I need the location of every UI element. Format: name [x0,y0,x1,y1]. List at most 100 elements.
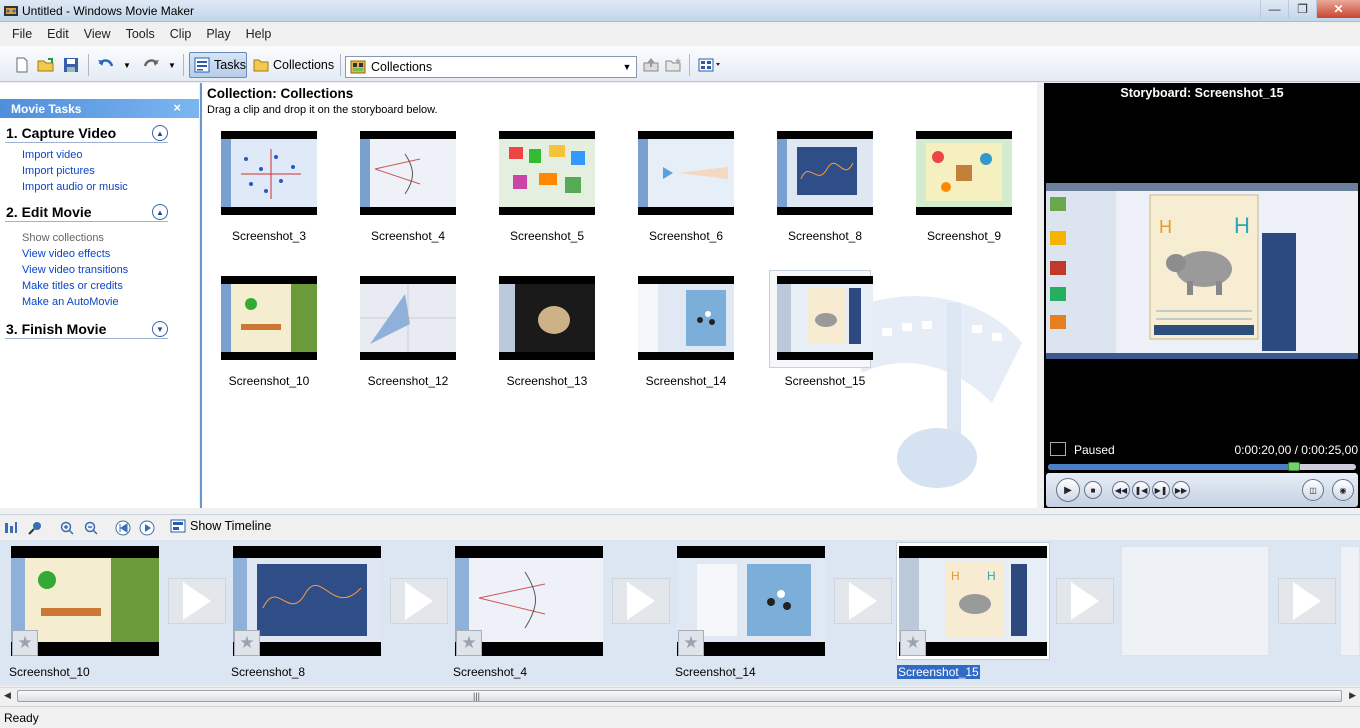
clip-name: Screenshot_9 [926,229,1002,243]
video-effects-star-icon[interactable]: ★ [234,630,260,656]
import-video-link[interactable]: Import video [5,147,168,163]
expand-chevron-icon[interactable]: ▼ [152,321,168,337]
clip-name: Screenshot_10 [9,665,90,679]
clip-name: Screenshot_10 [228,374,310,388]
show-timeline-button[interactable]: Show Timeline [170,519,271,533]
status-text: Ready [4,711,39,725]
new-collection-folder-button[interactable] [664,55,684,75]
clip-thumbnail [777,139,873,207]
view-video-effects-link[interactable]: View video effects [5,246,168,262]
storyboard-scrollbar[interactable]: ◀ ||| ▶ [0,687,1360,704]
menu-edit[interactable]: Edit [47,27,69,41]
import-pictures-link[interactable]: Import pictures [5,163,168,179]
svg-text:H: H [951,569,960,583]
views-button[interactable] [697,55,723,75]
menu-play[interactable]: Play [206,27,230,41]
preview-monitor: Storyboard: Screenshot_15 H H Paused 0:0… [1044,83,1360,508]
video-effects-star-icon[interactable]: ★ [456,630,482,656]
play-storyboard-icon[interactable] [138,519,156,537]
clip-name: Screenshot_6 [648,229,724,243]
zoom-in-icon[interactable] [58,519,76,537]
seek-bar[interactable] [1048,462,1356,471]
open-project-button[interactable] [36,55,56,75]
collapse-chevron-icon[interactable]: ▲ [152,204,168,220]
collection-pane: Collection: Collections Drag a clip and … [200,83,1037,508]
close-icon[interactable]: × [173,100,181,115]
transition-slot[interactable] [612,578,670,624]
zoom-out-icon[interactable] [82,519,100,537]
storyboard-toolbar: Show Timeline [0,514,1360,540]
seek-bar-handle[interactable] [1288,462,1301,471]
rewind-storyboard-icon[interactable] [114,519,132,537]
transition-slot[interactable] [390,578,448,624]
redo-button[interactable] [140,55,162,75]
menu-clip[interactable]: Clip [170,27,192,41]
monitor-icon[interactable] [1050,442,1066,456]
up-level-button[interactable] [642,55,660,75]
collection-select-value: Collections [371,60,433,74]
clip-name: Screenshot_4 [453,665,528,679]
collections-button[interactable]: Collections [251,52,335,78]
scroll-left-icon[interactable]: ◀ [4,690,11,701]
menu-help[interactable]: Help [246,27,272,41]
menu-view[interactable]: View [84,27,111,41]
new-project-button[interactable] [12,55,32,75]
import-audio-link[interactable]: Import audio or music [5,179,168,195]
fast-forward-icon[interactable]: ▶❚ [1152,481,1170,499]
up-folder-icon [643,58,659,72]
scrollbar-thumb[interactable]: ||| [17,690,1342,702]
maximize-button[interactable]: ❐ [1288,0,1316,18]
tasks-button[interactable]: Tasks [189,52,247,78]
collection-instructions: Drag a clip and drop it on the storyboar… [207,104,438,116]
scroll-right-icon[interactable]: ▶ [1349,690,1356,701]
redo-dropdown-icon[interactable]: ▼ [165,55,179,75]
menu-file[interactable]: File [12,27,32,41]
minimize-button[interactable]: — [1260,0,1288,18]
chevron-down-icon[interactable]: ▼ [620,59,634,75]
redo-icon [143,59,159,67]
empty-clip-slot[interactable] [1121,546,1269,656]
clip-name: Screenshot_15 [897,665,980,679]
clip-name: Screenshot_5 [509,229,585,243]
save-project-button[interactable] [61,55,81,75]
movie-tasks-title: Movie Tasks [11,101,82,116]
section-title[interactable]: 2. Edit Movie [5,202,168,222]
previous-frame-icon[interactable]: ◀◀ [1112,481,1130,499]
rewind-icon[interactable]: ❚◀ [1132,481,1150,499]
set-audio-levels-icon[interactable] [2,519,20,537]
clip-name: Screenshot_15 [784,374,866,388]
collections-label: Collections [273,58,335,72]
empty-clip-slot[interactable] [1340,546,1360,656]
transition-slot[interactable] [168,578,226,624]
split-clip-icon[interactable]: ◫ [1302,479,1324,501]
collection-select[interactable]: Collections ▼ [345,56,637,78]
close-button[interactable]: ✕ [1316,0,1360,18]
clip-thumbnail [638,139,734,207]
collapse-chevron-icon[interactable]: ▲ [152,125,168,141]
undo-dropdown-icon[interactable]: ▼ [120,55,134,75]
preview-status-bar: Paused 0:00:20,00 / 0:00:25,00 [1044,438,1360,462]
narrate-timeline-icon[interactable] [26,519,44,537]
transition-slot[interactable] [1056,578,1114,624]
section-title[interactable]: 3. Finish Movie [5,319,168,339]
make-titles-link[interactable]: Make titles or credits [5,278,168,294]
transition-slot[interactable] [1278,578,1336,624]
section-title[interactable]: 1. Capture Video [5,123,168,143]
movie-tasks-header: Movie Tasks × [0,99,199,118]
show-collections-link: Show collections [22,232,104,244]
movie-tasks-pane: Movie Tasks × 1. Capture Video ▲ Import … [0,83,199,508]
transition-slot[interactable] [834,578,892,624]
next-frame-icon[interactable]: ▶▶ [1172,481,1190,499]
video-effects-star-icon[interactable]: ★ [12,630,38,656]
make-automovie-link[interactable]: Make an AutoMovie [5,294,168,310]
take-picture-icon[interactable]: ◉ [1332,479,1354,501]
video-effects-star-icon[interactable]: ★ [678,630,704,656]
play-icon[interactable]: ▶ [1056,478,1080,502]
video-effects-star-icon[interactable]: ★ [900,630,926,656]
status-bar: Ready [0,706,1360,728]
view-video-transitions-link[interactable]: View video transitions [5,262,168,278]
undo-button[interactable] [95,55,117,75]
menu-tools[interactable]: Tools [126,27,155,41]
clip-thumbnail [221,284,317,352]
stop-icon[interactable]: ■ [1084,481,1102,499]
